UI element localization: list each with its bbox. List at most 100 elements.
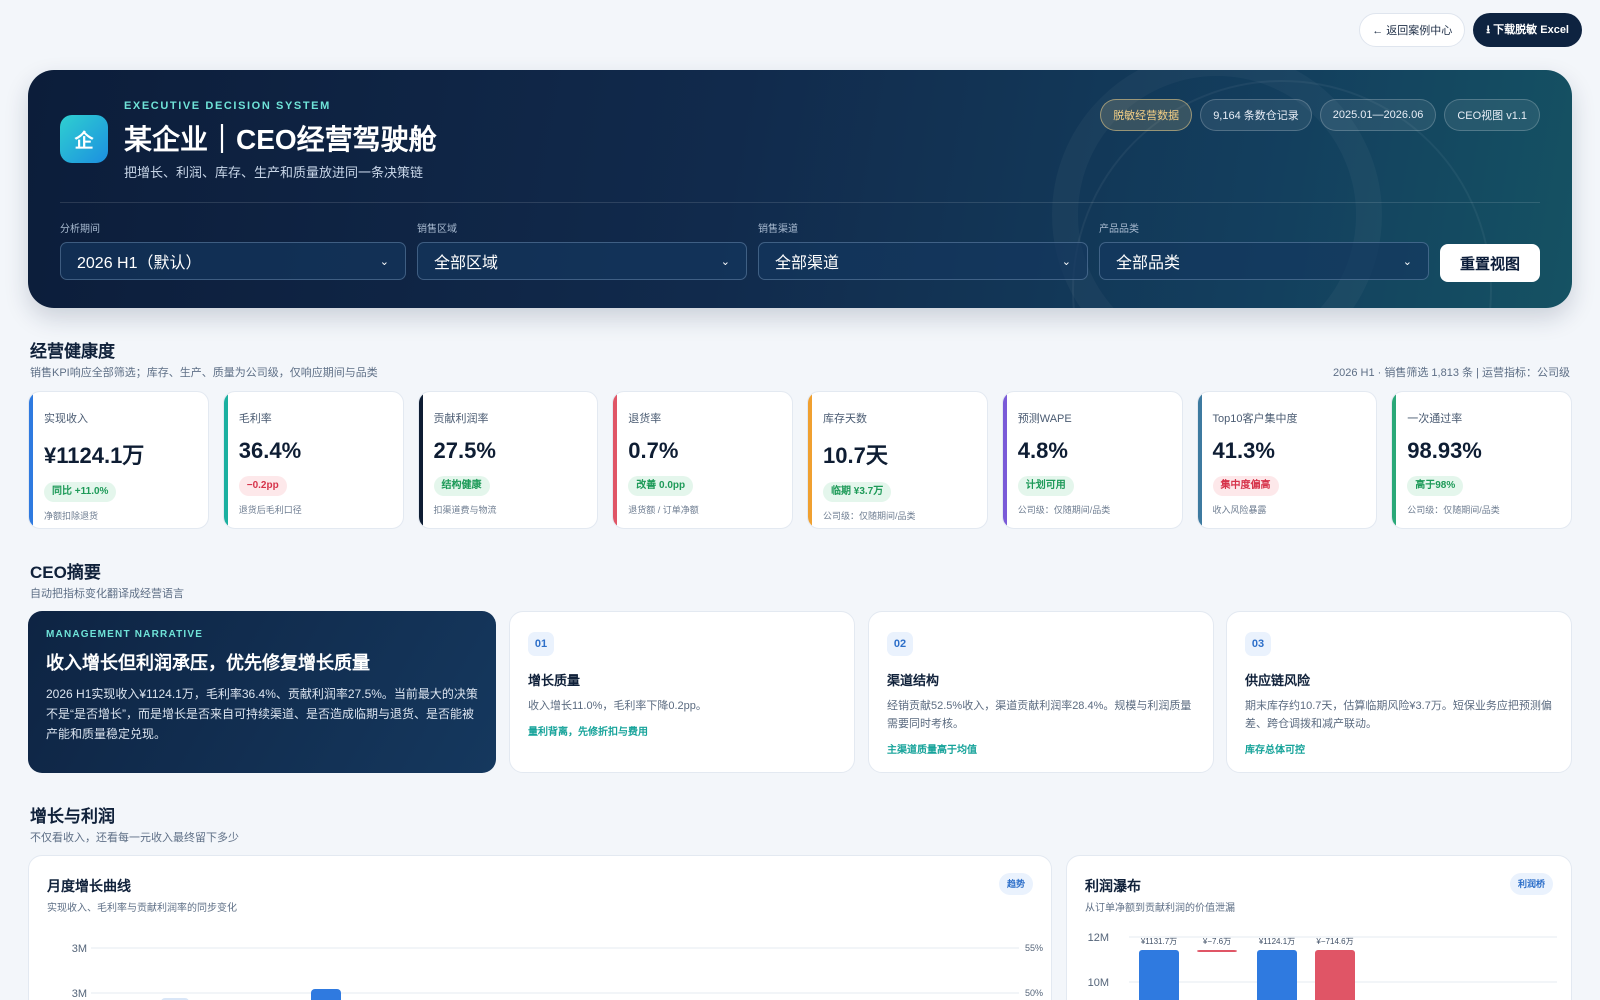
health-meta: 2026 H1 · 销售筛选 1,813 条 | 运营指标：公司级: [1333, 367, 1570, 379]
waterfall-bar-label: ¥−714.6万: [1315, 937, 1353, 946]
filter-label: 产品品类: [1099, 224, 1139, 235]
y-tick-left: 3M: [72, 943, 87, 955]
filter-label: 分析期间: [60, 224, 100, 235]
y-tick-right: 55%: [1025, 943, 1043, 953]
hero-eyebrow: EXECUTIVE DECISION SYSTEM: [124, 100, 331, 112]
chevron-down-icon: ⌄: [1402, 255, 1412, 268]
kpi-card-return-rate[interactable]: 退货率 0.7% 改善 0.0pp 退货额 / 订单净额: [612, 391, 793, 529]
tag-desensitized: 脱敏经营数据: [1100, 99, 1193, 131]
kpi-accent-bar: [1392, 392, 1397, 528]
waterfall-bar-label: ¥1131.7万: [1140, 937, 1177, 946]
insight-card-growth-quality[interactable]: 01 增长质量 收入增长11.0%，毛利率下降0.2pp。 量利背离，先修折扣与…: [509, 611, 855, 773]
kpi-accent-bar: [1002, 392, 1007, 528]
back-to-cases-button[interactable]: ← 返回案例中心: [1359, 13, 1466, 47]
filter-label: 销售渠道: [758, 224, 798, 235]
reset-view-button[interactable]: 重置视图: [1440, 244, 1540, 282]
filter-label: 销售区域: [417, 224, 457, 235]
insight-number: 01: [528, 632, 554, 656]
y-tick: 10M: [1088, 977, 1109, 989]
kpi-accent-bar: [29, 392, 33, 528]
insight-number: 03: [1245, 632, 1271, 656]
insight-conclusion: 量利背离，先修折扣与费用: [528, 727, 648, 738]
kpi-card-gross-margin[interactable]: 毛利率 36.4% −0.2pp 退货后毛利口径: [222, 391, 404, 529]
kpi-badge: 同比 +11.0%: [44, 482, 117, 502]
filter-region: 销售区域 全部区域 ⌄: [417, 220, 747, 280]
period-select[interactable]: 2026 H1（默认） ⌄: [60, 242, 406, 280]
hero-banner: 企 EXECUTIVE DECISION SYSTEM 某企业｜CEO经营驾驶舱…: [28, 70, 1572, 308]
category-select[interactable]: 全部品类 ⌄: [1099, 242, 1429, 280]
waterfall-bar: [1257, 950, 1297, 1000]
insight-conclusion: 库存总体可控: [1245, 745, 1305, 756]
download-excel-button[interactable]: ⭳ 下载脱敏 Excel: [1473, 13, 1582, 47]
hero-tags: 脱敏经营数据 9,164 条数仓记录 2025.01—2026.06 CEO视图…: [1100, 99, 1540, 131]
monthly-growth-chart: 3M 3M 55% 50%: [72, 943, 1043, 1000]
kpi-value: 27.5%: [433, 438, 496, 463]
waterfall-bar-label: ¥1124.1万: [1258, 937, 1295, 946]
select-value: 全部品类: [1116, 255, 1181, 272]
monthly-growth-chart-card: 月度增长曲线 实现收入、毛利率与贡献利润率的同步变化 趋势 3M 3M 55% …: [28, 855, 1052, 1000]
kpi-note: 公司级：仅随期间/品类: [823, 511, 916, 521]
insight-title: 渠道结构: [887, 673, 940, 688]
kpi-card-inventory-days[interactable]: 库存天数 10.7天 临期 ¥3.7万 公司级：仅随期间/品类: [807, 391, 988, 529]
tag-record-count: 9,164 条数仓记录: [1200, 99, 1312, 131]
section-title-growth: 增长与利润: [30, 807, 115, 826]
region-select[interactable]: 全部区域 ⌄: [417, 242, 747, 280]
kpi-card-forecast-wape[interactable]: 预测WAPE 4.8% 计划可用 公司级：仅随期间/品类: [1001, 391, 1183, 529]
chevron-down-icon: ⌄: [1061, 255, 1071, 268]
narrative-body: 2026 H1实现收入¥1124.1万，毛利率36.4%、贡献利润率27.5%。…: [46, 687, 478, 741]
filter-category: 产品品类 全部品类 ⌄: [1099, 220, 1429, 280]
insight-card-channel-structure[interactable]: 02 渠道结构 经销贡献52.5%收入，渠道贡献利润率28.4%。规模与利润质量…: [868, 611, 1214, 773]
waterfall-bar-label: ¥−7.6万: [1202, 937, 1231, 946]
y-tick: 12M: [1088, 932, 1109, 944]
kpi-accent-bar: [613, 392, 618, 528]
insight-card-supply-chain-risk[interactable]: 03 供应链风险 期末库存约10.7天，估算临期风险¥3.7万。短保业务应把预测…: [1226, 611, 1572, 773]
kpi-label: 毛利率: [238, 413, 272, 425]
kpi-note: 退货后毛利口径: [238, 505, 302, 515]
kpi-card-first-pass-yield[interactable]: 一次通过率 98.93% 高于98% 公司级：仅随期间/品类: [1391, 391, 1572, 529]
kpi-accent-bar: [1197, 392, 1202, 528]
kpi-badge: 临期 ¥3.7万: [823, 482, 892, 502]
kpi-value: 98.93%: [1407, 438, 1482, 463]
section-subtitle-growth: 不仅看收入，还看每一元收入最终留下多少: [30, 832, 239, 844]
section-title-health: 经营健康度: [30, 342, 115, 361]
kpi-badge: 集中度偏高: [1212, 476, 1279, 496]
revenue-bar: [311, 989, 341, 1000]
narrative-title: 收入增长但利润承压，优先修复增长质量: [46, 653, 370, 673]
insight-conclusion: 主渠道质量高于均值: [887, 745, 977, 756]
kpi-note: 公司级：仅随期间/品类: [1017, 505, 1111, 515]
profit-waterfall-chart: 12M 10M ¥1131.7万 ¥−7.6万 ¥1124.1万 ¥−714.6万: [1088, 932, 1557, 1000]
insight-title: 供应链风险: [1245, 673, 1311, 688]
kpi-card-top10-concentration[interactable]: Top10客户集中度 41.3% 集中度偏高 收入风险暴露: [1196, 391, 1378, 529]
kpi-value: 41.3%: [1212, 438, 1275, 463]
page-subtitle: 把增长、利润、库存、生产和质量放进同一条决策链: [124, 165, 424, 180]
chevron-down-icon: ⌄: [379, 255, 389, 268]
waterfall-bar: [1197, 950, 1237, 952]
filter-channel: 销售渠道 全部渠道 ⌄: [758, 220, 1088, 280]
kpi-card-revenue[interactable]: 实现收入 ¥1124.1万 同比 +11.0% 净额扣除退货: [28, 391, 209, 529]
kpi-label: 一次通过率: [1407, 413, 1463, 425]
kpi-badge: −0.2pp: [238, 476, 287, 496]
kpi-label: 退货率: [628, 413, 662, 425]
kpi-card-contribution-margin[interactable]: 贡献利润率 27.5% 结构健康 扣渠道费与物流: [417, 391, 599, 529]
chevron-down-icon: ⌄: [720, 255, 730, 268]
company-logo-icon: 企: [60, 115, 108, 163]
tag-date-range: 2025.01—2026.06: [1319, 99, 1437, 131]
select-value: 2026 H1（默认）: [77, 255, 202, 272]
kpi-note: 净额扣除退货: [44, 511, 99, 521]
section-title-summary: CEO摘要: [30, 563, 101, 582]
kpi-badge: 高于98%: [1407, 476, 1464, 496]
kpi-label: 库存天数: [823, 413, 867, 425]
insight-body: 收入增长11.0%，毛利率下降0.2pp。: [528, 700, 707, 712]
kpi-badge: 结构健康: [433, 476, 490, 496]
kpi-label: Top10客户集中度: [1212, 413, 1298, 425]
insight-body: 期末库存约10.7天，估算临期风险¥3.7万。短保业务应把预测偏差、跨仓调拨和减…: [1245, 700, 1552, 730]
select-value: 全部区域: [434, 255, 499, 272]
kpi-note: 公司级：仅随期间/品类: [1407, 505, 1500, 515]
kpi-accent-bar: [808, 392, 812, 528]
top-actions: ← 返回案例中心 ⭳ 下载脱敏 Excel: [1359, 13, 1582, 47]
insight-title: 增长质量: [528, 673, 581, 688]
channel-select[interactable]: 全部渠道 ⌄: [758, 242, 1088, 280]
kpi-label: 实现收入: [44, 413, 88, 425]
page-title: 某企业｜CEO经营驾驶舱: [124, 124, 437, 155]
kpi-label: 贡献利润率: [433, 413, 489, 425]
